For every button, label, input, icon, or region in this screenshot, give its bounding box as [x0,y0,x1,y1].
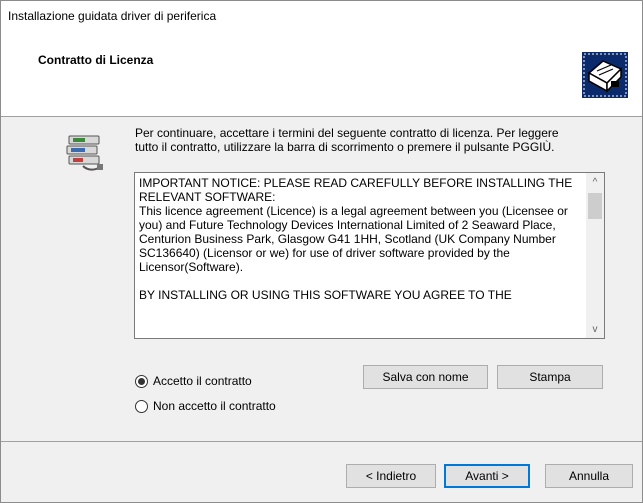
title-bar: Installazione guidata driver di periferi… [1,1,642,31]
license-text: IMPORTANT NOTICE: PLEASE READ CAREFULLY … [139,176,573,302]
hardware-wizard-icon [582,52,628,98]
next-label: Avanti > [465,469,509,483]
scroll-up-arrow-icon[interactable]: ^ [586,173,604,191]
save-as-label: Salva con nome [382,370,469,384]
cancel-label: Annulla [568,469,610,483]
radio-accept-row[interactable]: Accetto il contratto [135,374,252,388]
next-button[interactable]: Avanti > [444,464,530,488]
reject-radio-label[interactable]: Non accetto il contratto [153,399,276,413]
print-button[interactable]: Stampa [497,365,603,389]
accept-radio-label[interactable]: Accetto il contratto [153,374,252,388]
print-label: Stampa [529,370,571,384]
wizard-content: Per continuare, accettare i termini del … [1,118,642,440]
cancel-button[interactable]: Annulla [545,464,633,488]
license-scrollbar[interactable]: ^ v [586,173,604,338]
save-as-button[interactable]: Salva con nome [363,365,488,389]
radio-reject-row[interactable]: Non accetto il contratto [135,399,276,413]
scroll-thumb[interactable] [588,193,602,219]
wizard-header: Contratto di Licenza [1,31,642,117]
driver-device-icon [66,135,103,171]
license-textbox[interactable]: IMPORTANT NOTICE: PLEASE READ CAREFULLY … [134,172,605,339]
back-label: < Indietro [365,469,417,483]
reject-radio-button[interactable] [135,399,148,413]
wizard-footer: < Indietro Avanti > Annulla [1,441,642,502]
accept-radio-button[interactable] [135,374,148,388]
scroll-down-arrow-icon[interactable]: v [586,320,604,338]
page-title: Contratto di Licenza [38,53,154,67]
wizard-window: Installazione guidata driver di periferi… [0,0,643,503]
back-button[interactable]: < Indietro [346,464,436,488]
intro-text: Per continuare, accettare i termini del … [135,126,559,154]
window-title: Installazione guidata driver di periferi… [8,9,217,23]
